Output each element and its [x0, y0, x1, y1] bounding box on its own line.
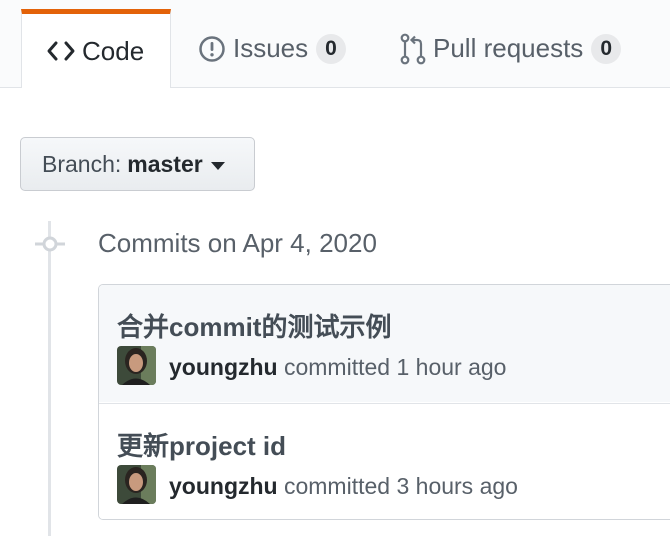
code-icon	[47, 40, 75, 62]
repo-tab-bar: Code Issues 0 Pull requests 0	[0, 0, 670, 88]
commit-action-text: committed	[283, 473, 391, 499]
branch-prefix-label: Branch:	[42, 150, 122, 177]
commit-item: 更新project id youngzhu committed 3 hours …	[99, 403, 670, 519]
timeline-line	[48, 221, 51, 536]
commit-action-text: committed	[283, 354, 391, 380]
pull-requests-count-badge: 0	[591, 33, 621, 64]
commit-time: 1 hour ago	[396, 354, 507, 380]
commit-meta: youngzhu committed 3 hours ago	[169, 473, 518, 500]
commit-meta: youngzhu committed 1 hour ago	[169, 354, 506, 381]
commits-date-heading: Commits on Apr 4, 2020	[98, 228, 377, 258]
tab-issues[interactable]: Issues 0	[198, 9, 346, 88]
tab-code[interactable]: Code	[21, 9, 171, 88]
avatar[interactable]	[117, 346, 156, 385]
branch-name: master	[127, 150, 203, 177]
tab-pull-requests-label: Pull requests	[433, 33, 584, 63]
tab-issues-label: Issues	[233, 33, 309, 63]
issue-icon	[198, 35, 226, 63]
branch-select-button[interactable]: Branch: master	[20, 137, 255, 191]
issues-count-badge: 0	[316, 33, 346, 64]
commit-title-link[interactable]: 合并commit的测试示例	[117, 307, 391, 344]
tab-pull-requests[interactable]: Pull requests 0	[400, 9, 621, 88]
commit-list: 合并commit的测试示例 youngzhu committed 1 hour …	[98, 284, 670, 520]
commit-time: 3 hours ago	[396, 473, 518, 499]
pull-request-icon	[400, 33, 426, 65]
tab-code-label: Code	[82, 35, 145, 66]
commit-title-link[interactable]: 更新project id	[117, 426, 286, 463]
commit-item: 合并commit的测试示例 youngzhu committed 1 hour …	[99, 285, 670, 402]
commit-author-link[interactable]: youngzhu	[169, 473, 278, 499]
commit-node-icon	[35, 230, 65, 263]
avatar[interactable]	[117, 465, 156, 504]
commit-author-link[interactable]: youngzhu	[169, 354, 278, 380]
caret-down-icon	[210, 161, 225, 170]
